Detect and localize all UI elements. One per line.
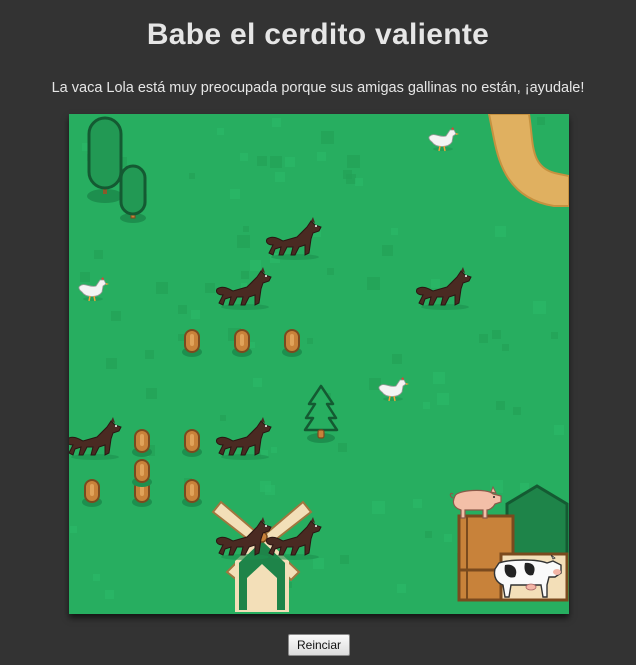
stump-icon [231, 328, 253, 358]
grass-speckle [178, 305, 187, 314]
grass-speckle [257, 156, 267, 166]
grass-speckle [230, 189, 240, 199]
game-board[interactable] [69, 114, 569, 614]
grass-speckle [392, 354, 402, 364]
wolf-icon [413, 267, 475, 311]
reset-button[interactable]: Reinciar [288, 634, 350, 656]
grass-speckle [156, 282, 168, 294]
grass-speckle [423, 402, 430, 409]
chicken-icon [76, 276, 110, 302]
stump-icon [181, 478, 203, 508]
grass-speckle [307, 338, 313, 344]
pine-tree-icon [303, 384, 339, 444]
grass-speckle [367, 277, 380, 290]
stump-icon [181, 428, 203, 458]
grass-speckle [146, 388, 157, 399]
grass-speckle [240, 153, 248, 161]
grass-speckle [479, 334, 488, 343]
grass-speckle [495, 226, 506, 237]
grass-speckle [391, 228, 398, 235]
grass-speckle [253, 378, 262, 387]
grass-speckle [189, 173, 195, 179]
grass-speckle [554, 425, 564, 435]
grass-speckle [372, 501, 385, 514]
chicken-icon [426, 126, 460, 152]
grass-speckle [270, 156, 282, 168]
grass-speckle [237, 235, 250, 248]
grass-speckle [492, 330, 501, 339]
grass-speckle [145, 350, 154, 359]
pig-icon [447, 485, 503, 520]
grass-speckle [106, 358, 117, 369]
grass-speckle [355, 178, 363, 186]
page-title: Babe el cerdito valiente [146, 18, 490, 51]
grass-speckle [513, 407, 521, 415]
grass-speckle [537, 117, 545, 125]
grass-speckle [93, 574, 100, 581]
grass-speckle [382, 245, 393, 256]
grass-speckle [496, 401, 505, 410]
grass-speckle [94, 250, 103, 259]
wolf-icon [69, 417, 125, 461]
grass-speckle [105, 590, 114, 599]
cow-icon [491, 554, 565, 601]
grass-speckle [272, 118, 281, 127]
wolf-icon [263, 517, 325, 561]
wolf-icon [213, 267, 275, 311]
grass-speckle [217, 128, 224, 135]
grass-speckle [338, 443, 347, 452]
dirt-path [487, 114, 569, 207]
chicken-icon [376, 376, 410, 402]
page-subtitle: La vaca Lola está muy preocupada porque … [51, 80, 585, 96]
stump-icon [131, 458, 153, 488]
grass-speckle [327, 268, 334, 275]
grass-speckle [285, 157, 295, 167]
grass-speckle [425, 531, 432, 538]
stump-icon [281, 328, 303, 358]
grass-speckle [502, 344, 509, 351]
grass-speckle [275, 172, 285, 182]
grass-speckle [243, 226, 249, 232]
grass-speckle [433, 372, 445, 384]
small-tree-icon [118, 164, 148, 226]
grass-speckle [413, 499, 422, 508]
wolf-icon [213, 417, 275, 461]
grass-speckle [317, 152, 326, 161]
grass-speckle [437, 393, 449, 405]
grass-speckle [533, 301, 546, 314]
grass-speckle [347, 155, 360, 168]
grass-speckle [343, 170, 352, 179]
stump-icon [81, 478, 103, 508]
grass-speckle [397, 584, 406, 593]
grass-speckle [340, 555, 349, 564]
grass-speckle [551, 332, 558, 339]
grass-speckle [70, 526, 77, 533]
stump-icon [131, 428, 153, 458]
grass-speckle [191, 310, 200, 319]
stump-icon [181, 328, 203, 358]
wolf-icon [263, 217, 325, 261]
grass-speckle [321, 131, 334, 144]
grass-speckle [111, 311, 121, 321]
